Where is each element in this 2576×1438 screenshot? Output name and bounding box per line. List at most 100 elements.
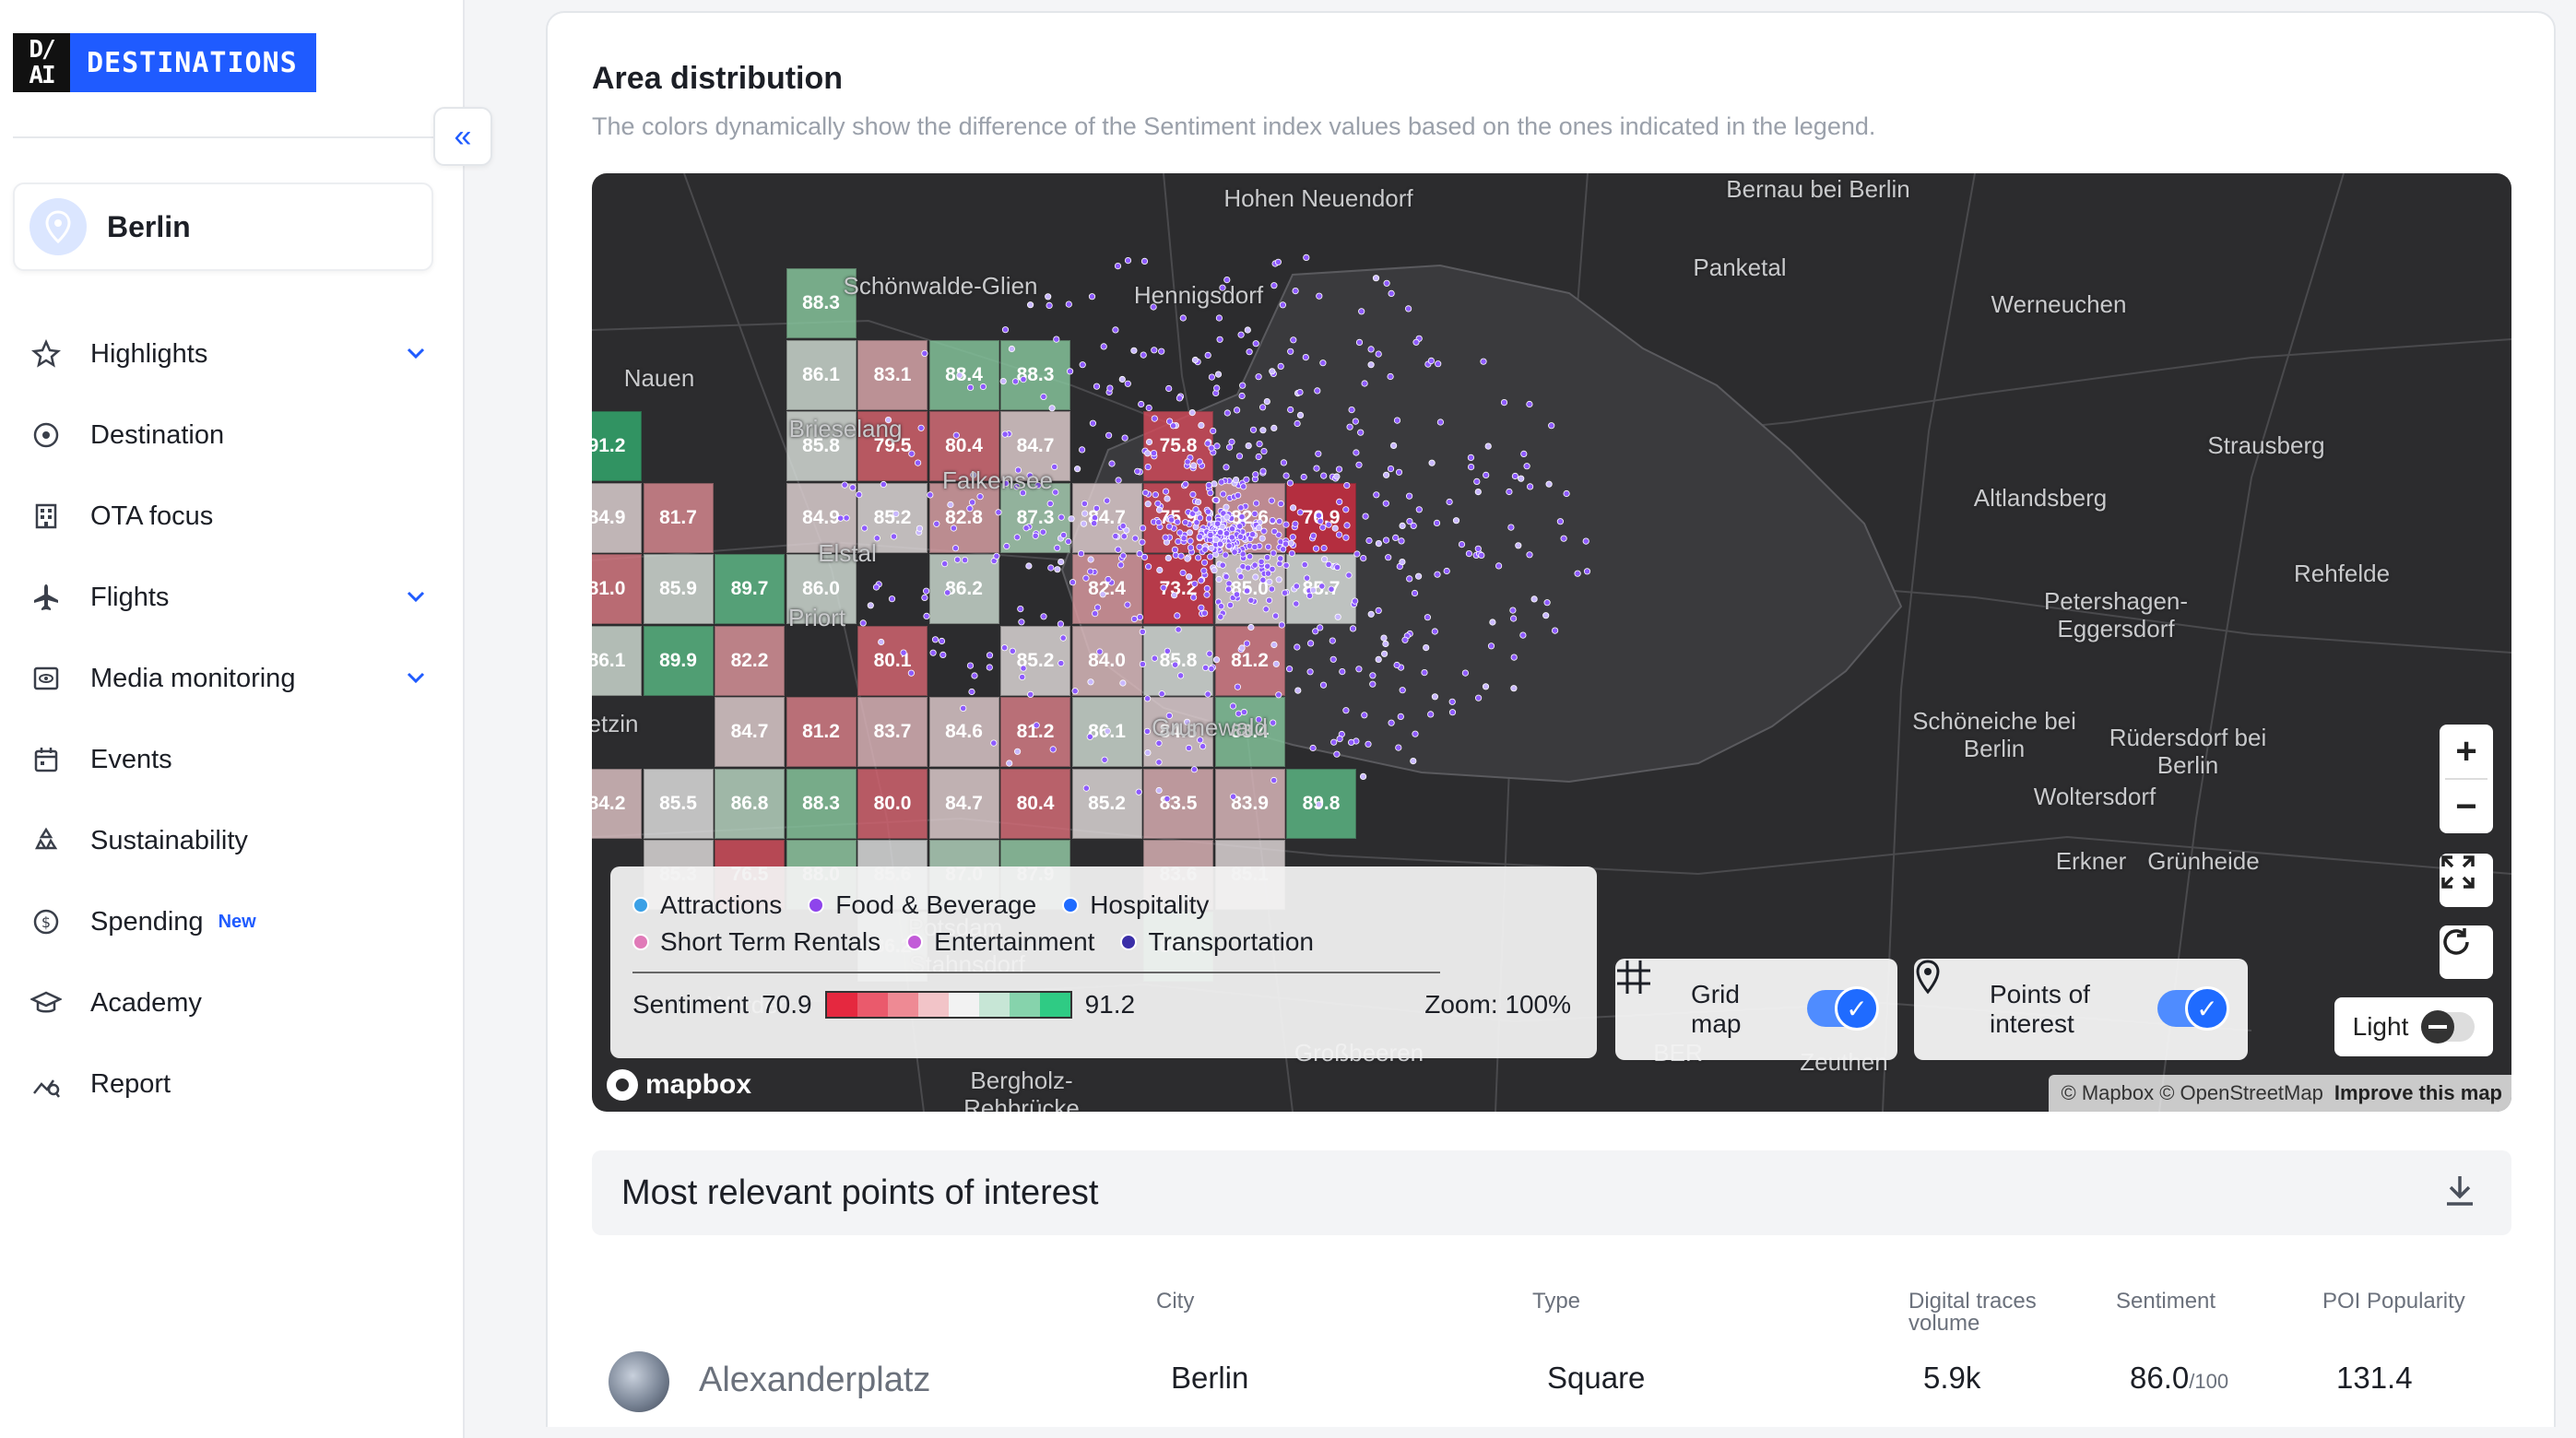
poi-point[interactable] xyxy=(1114,263,1122,270)
poi-point[interactable] xyxy=(1223,530,1231,537)
poi-point[interactable] xyxy=(1046,301,1053,309)
poi-point[interactable] xyxy=(1187,544,1195,551)
poi-point[interactable] xyxy=(1365,536,1373,545)
poi-point[interactable] xyxy=(1239,382,1247,389)
poi-point[interactable] xyxy=(1243,640,1251,647)
poi-point[interactable] xyxy=(867,602,874,609)
poi-point[interactable] xyxy=(1270,719,1277,726)
poi-point[interactable] xyxy=(1115,477,1122,484)
poi-point[interactable] xyxy=(1124,380,1131,387)
poi-point[interactable] xyxy=(872,583,880,591)
poi-point[interactable] xyxy=(1046,500,1054,507)
poi-point[interactable] xyxy=(1139,628,1146,635)
poi-point[interactable] xyxy=(1293,600,1300,607)
poi-point[interactable] xyxy=(1252,340,1259,348)
poi-point[interactable] xyxy=(1226,601,1235,608)
poi-point[interactable] xyxy=(947,501,954,509)
poi-point[interactable] xyxy=(986,664,993,671)
poi-point[interactable] xyxy=(1086,733,1093,740)
sidebar-item-spending[interactable]: $ Spending New xyxy=(0,881,465,962)
poi-point[interactable] xyxy=(1144,450,1152,457)
poi-point[interactable] xyxy=(1280,546,1287,553)
poi-point[interactable] xyxy=(1489,619,1496,626)
poi-point[interactable] xyxy=(837,514,845,522)
poi-point[interactable] xyxy=(1243,587,1251,595)
poi-point[interactable] xyxy=(1526,400,1533,408)
poi-point[interactable] xyxy=(1089,419,1097,427)
poi-point[interactable] xyxy=(1179,314,1187,322)
poi-point[interactable] xyxy=(1292,520,1299,527)
poi-point[interactable] xyxy=(1315,512,1323,519)
poi-point[interactable] xyxy=(922,587,930,595)
poi-point[interactable] xyxy=(1348,407,1355,414)
poi-point[interactable] xyxy=(1073,466,1081,473)
poi-point[interactable] xyxy=(1270,282,1278,289)
poi-point[interactable] xyxy=(1258,535,1266,542)
poi-point[interactable] xyxy=(1206,650,1213,657)
col-header-sentiment[interactable]: Sentiment xyxy=(2116,1291,2216,1313)
poi-point[interactable] xyxy=(1302,354,1309,361)
collapse-sidebar-button[interactable]: « xyxy=(433,107,492,166)
poi-point[interactable] xyxy=(931,636,939,643)
poi-point[interactable] xyxy=(1312,545,1320,552)
poi-point[interactable] xyxy=(1548,422,1555,430)
poi-point[interactable] xyxy=(1255,524,1263,532)
poi-point[interactable] xyxy=(1139,538,1146,546)
poi-point[interactable] xyxy=(1087,556,1094,563)
poi-point[interactable] xyxy=(1582,537,1589,545)
poi-point[interactable] xyxy=(1198,577,1205,584)
poi-point[interactable] xyxy=(966,383,975,391)
poi-point[interactable] xyxy=(1320,544,1328,552)
poi-point[interactable] xyxy=(1039,528,1046,536)
poi-point[interactable] xyxy=(1223,503,1230,511)
poi-point[interactable] xyxy=(861,525,869,532)
grid-map-switch[interactable]: ✓ xyxy=(1807,986,1879,1031)
poi-point[interactable] xyxy=(1219,561,1226,569)
poi-point[interactable] xyxy=(1203,591,1211,598)
chevron-down-icon[interactable] xyxy=(404,584,428,613)
poi-point[interactable] xyxy=(1145,438,1153,446)
poi-point[interactable] xyxy=(1282,561,1290,569)
poi-point[interactable] xyxy=(1342,506,1350,513)
poi-point[interactable] xyxy=(1228,534,1235,541)
poi-point[interactable] xyxy=(1052,489,1059,496)
poi-point[interactable] xyxy=(1151,654,1159,662)
poi-point[interactable] xyxy=(1172,551,1179,559)
poi-point[interactable] xyxy=(1399,687,1406,694)
poi-point[interactable] xyxy=(1225,580,1233,587)
poi-point[interactable] xyxy=(1367,361,1375,369)
poi-point[interactable] xyxy=(1192,506,1199,513)
poi-point[interactable] xyxy=(1362,513,1369,520)
poi-point[interactable] xyxy=(1191,356,1199,364)
poi-point[interactable] xyxy=(1205,514,1213,522)
poi-point[interactable] xyxy=(1256,440,1263,448)
poi-point[interactable] xyxy=(1375,655,1382,664)
sidebar-item-report[interactable]: Report xyxy=(0,1043,465,1125)
poi-point[interactable] xyxy=(1246,553,1254,560)
poi-point[interactable] xyxy=(1143,727,1152,736)
poi-point[interactable] xyxy=(1081,500,1089,507)
poi-point[interactable] xyxy=(939,651,947,659)
poi-point[interactable] xyxy=(1121,434,1128,442)
poi-point[interactable] xyxy=(1272,660,1280,667)
poi-point[interactable] xyxy=(1033,722,1040,729)
poi-point[interactable] xyxy=(1053,336,1060,343)
poi-point[interactable] xyxy=(1355,338,1364,346)
poi-point[interactable] xyxy=(1270,527,1278,536)
poi-point[interactable] xyxy=(1395,468,1403,476)
poi-point[interactable] xyxy=(1131,535,1139,542)
poi-point[interactable] xyxy=(1309,586,1318,594)
poi-point[interactable] xyxy=(1316,292,1323,300)
poi-point[interactable] xyxy=(1211,567,1218,574)
poi-point[interactable] xyxy=(1045,293,1052,301)
poi-point[interactable] xyxy=(1174,518,1181,525)
poi-point[interactable] xyxy=(941,560,949,568)
poi-point[interactable] xyxy=(1563,489,1570,498)
poi-point[interactable] xyxy=(1120,533,1128,540)
poi-point[interactable] xyxy=(1162,534,1169,541)
poi-point[interactable] xyxy=(1225,542,1233,549)
poi-point[interactable] xyxy=(1222,551,1229,559)
poi-point[interactable] xyxy=(1360,554,1367,562)
poi-point[interactable] xyxy=(950,525,957,532)
poi-point[interactable] xyxy=(1082,574,1090,582)
